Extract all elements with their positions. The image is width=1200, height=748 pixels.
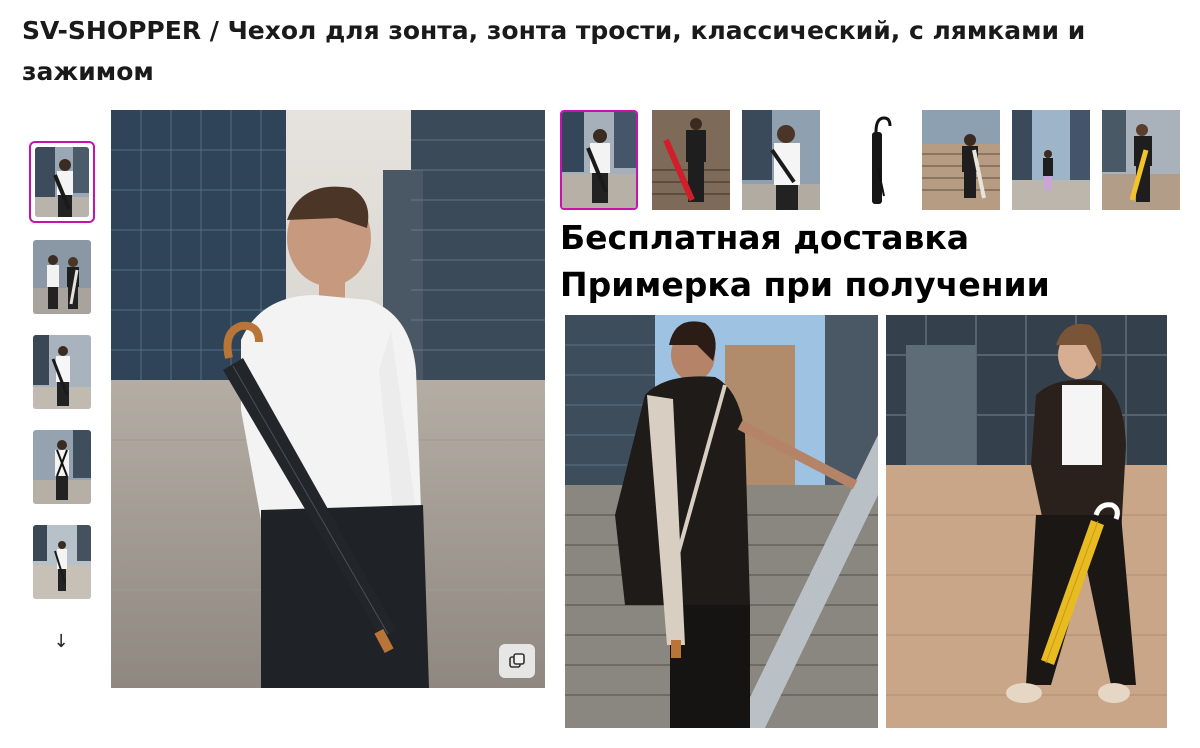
gallery-thumb-6[interactable] [1012, 110, 1090, 210]
copy-image-button[interactable] [499, 644, 535, 678]
thumbnail-2-image [33, 240, 91, 314]
gallery-thumb-7-image [1102, 110, 1180, 210]
gallery-thumb-2-image [652, 110, 730, 210]
thumbnail-1[interactable] [29, 141, 95, 223]
thumbnail-4[interactable] [29, 426, 95, 508]
gallery-thumb-5-image [922, 110, 1000, 210]
thumbnail-2[interactable] [29, 236, 95, 318]
thumbnail-1-image [35, 147, 89, 217]
gallery-thumb-6-image [1012, 110, 1090, 210]
lifestyle-photo-right [886, 315, 1167, 728]
promo-free-delivery: Бесплатная доставка [560, 218, 970, 257]
promo-try-on: Примерка при получении [560, 265, 1050, 304]
gallery-thumb-5[interactable] [922, 110, 1000, 210]
main-product-image[interactable] [111, 110, 545, 688]
thumbnail-3[interactable] [29, 331, 95, 413]
copy-icon [509, 653, 525, 668]
gallery-thumb-7[interactable] [1102, 110, 1180, 210]
main-image-illustration [111, 110, 545, 688]
gallery-thumb-3-image [742, 110, 820, 210]
lifestyle-photo-left [565, 315, 878, 728]
gallery-thumb-1-image [562, 112, 636, 208]
product-title: SV-SHOPPER / Чехол для зонта, зонта трос… [22, 16, 1086, 86]
thumbnail-3-image [33, 335, 91, 409]
gallery-thumb-4[interactable] [832, 110, 910, 210]
thumbnail-5-image [33, 525, 91, 599]
thumbnail-5[interactable] [29, 521, 95, 603]
thumbnails-scroll-down-icon[interactable]: ↓ [50, 630, 72, 654]
gallery-thumb-2[interactable] [652, 110, 730, 210]
gallery-thumb-3[interactable] [742, 110, 820, 210]
gallery-thumb-4-image [832, 110, 910, 210]
lifestyle-photo-left-image [565, 315, 878, 728]
lifestyle-photo-right-image [886, 315, 1167, 728]
thumbnail-4-image [33, 430, 91, 504]
gallery-thumb-1[interactable] [560, 110, 638, 210]
